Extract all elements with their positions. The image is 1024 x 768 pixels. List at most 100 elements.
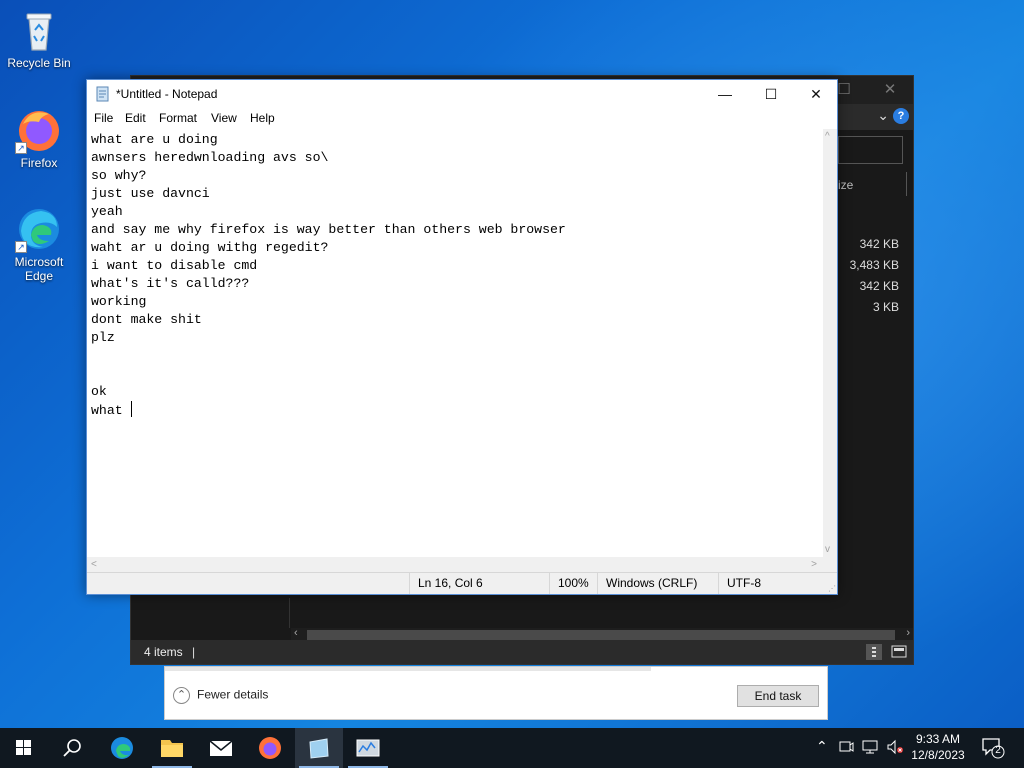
meet-now-icon[interactable] xyxy=(838,738,854,768)
search-icon xyxy=(63,739,81,757)
clock[interactable]: 9:33 AM 12/8/2023 xyxy=(905,731,971,763)
scrollbar-thumb[interactable] xyxy=(307,630,895,640)
details-view-icon[interactable] xyxy=(866,644,882,660)
scrollbar-corner xyxy=(823,557,837,573)
pane-divider[interactable] xyxy=(289,598,290,628)
text-line: what's it's calld??? xyxy=(91,276,250,291)
file-size-list: 342 KB 3,483 KB 342 KB 3 KB xyxy=(850,234,899,318)
menu-view[interactable]: View xyxy=(211,111,237,125)
file-size: 3,483 KB xyxy=(849,258,899,272)
fewer-details-link[interactable]: ⌃ Fewer details xyxy=(173,687,268,704)
taskbar-mail[interactable] xyxy=(197,728,245,768)
text-line: so why? xyxy=(91,168,147,183)
notepad-icon xyxy=(309,738,329,759)
chevron-up-icon[interactable]: ⌃ xyxy=(816,738,828,768)
zoom-level: 100% xyxy=(549,573,597,594)
notepad-titlebar[interactable]: *Untitled - Notepad — ☐ ✕ xyxy=(87,80,837,108)
notepad-icon xyxy=(95,86,111,102)
scroll-down-icon[interactable]: v xyxy=(825,544,830,555)
notepad-statusbar: Ln 16, Col 6 100% Windows (CRLF) UTF-8 ⋰ xyxy=(87,572,837,594)
menu-format[interactable]: Format xyxy=(159,111,197,125)
desktop-icon-label: Microsoft Edge xyxy=(14,255,64,283)
firefox-icon: ↗ xyxy=(15,106,63,154)
scroll-left-icon[interactable]: ‹ xyxy=(294,627,298,639)
text-line: what xyxy=(91,403,131,418)
chevron-down-icon[interactable]: ⌄ xyxy=(877,107,889,124)
desktop-icon-edge[interactable]: ↗ Microsoft Edge xyxy=(1,205,77,283)
text-line: ​ xyxy=(91,365,566,383)
maximize-icon[interactable]: ☐ xyxy=(748,80,794,108)
horizontal-scrollbar[interactable]: < > xyxy=(87,557,823,573)
large-icons-view-icon[interactable] xyxy=(891,644,907,660)
desktop-icon-recycle-bin[interactable]: Recycle Bin xyxy=(1,6,77,70)
notification-center-button[interactable]: 2 xyxy=(980,736,1006,760)
file-size: 342 KB xyxy=(859,279,899,293)
scroll-up-icon[interactable]: ^ xyxy=(825,131,830,142)
taskbar-firefox[interactable] xyxy=(246,728,294,768)
column-header-size[interactable]: ize xyxy=(838,178,853,192)
menu-edit[interactable]: Edit xyxy=(125,111,146,125)
menu-help[interactable]: Help xyxy=(250,111,275,125)
firefox-icon xyxy=(259,737,281,759)
mail-icon xyxy=(209,740,233,756)
editor-content[interactable]: what are u doing awnsers heredwnloading a… xyxy=(91,131,566,420)
desktop-icon-label: Firefox xyxy=(20,156,58,170)
file-size: 3 KB xyxy=(872,300,899,314)
desktop-icon-firefox[interactable]: ↗ Firefox xyxy=(1,106,77,170)
clock-time: 9:33 AM xyxy=(915,732,961,746)
edge-icon xyxy=(111,737,133,759)
edge-icon: ↗ xyxy=(15,205,63,253)
file-size: 342 KB xyxy=(859,237,899,251)
window-title: *Untitled - Notepad xyxy=(116,87,218,101)
text-line: just use davnci xyxy=(91,186,210,201)
vertical-scrollbar[interactable]: ^ v xyxy=(823,129,837,557)
taskbar-task-manager[interactable] xyxy=(344,728,392,768)
search-button[interactable] xyxy=(48,728,96,768)
close-icon[interactable]: ✕ xyxy=(875,80,905,98)
task-manager-edge xyxy=(165,667,651,671)
chevron-up-icon: ⌃ xyxy=(173,687,190,704)
scroll-left-icon[interactable]: < xyxy=(91,559,97,570)
menu-bar: File Edit Format View Help xyxy=(87,108,837,128)
scroll-right-icon[interactable]: > xyxy=(811,559,817,570)
menu-file[interactable]: File xyxy=(94,111,113,125)
task-manager-window: ⌃ Fewer details End task xyxy=(164,666,828,720)
shortcut-arrow-icon: ↗ xyxy=(15,142,27,154)
windows-logo-icon xyxy=(16,740,31,755)
shortcut-arrow-icon: ↗ xyxy=(15,241,27,253)
taskbar-notepad[interactable] xyxy=(295,728,343,768)
minimize-icon[interactable]: — xyxy=(702,80,748,108)
notification-icon xyxy=(982,738,1005,759)
start-button[interactable] xyxy=(0,728,48,768)
text-line: yeah xyxy=(91,204,123,219)
close-icon[interactable]: ✕ xyxy=(793,80,839,108)
column-divider[interactable] xyxy=(906,172,907,196)
end-task-button[interactable]: End task xyxy=(737,685,819,707)
line-ending: Windows (CRLF) xyxy=(597,573,718,594)
text-line: waht ar u doing withg regedit? xyxy=(91,240,329,255)
encoding: UTF-8 xyxy=(718,573,823,594)
search-input[interactable] xyxy=(838,136,903,164)
text-editor[interactable]: what are u doing awnsers heredwnloading a… xyxy=(87,129,823,557)
explorer-statusbar: 4 items | xyxy=(131,640,913,664)
resize-grip-icon[interactable]: ⋰ xyxy=(828,584,836,593)
text-line: dont make shit xyxy=(91,312,202,327)
network-icon[interactable] xyxy=(862,739,880,768)
text-line: ok xyxy=(91,384,107,399)
text-line: working xyxy=(91,294,147,309)
taskbar-file-explorer[interactable] xyxy=(148,728,196,768)
notepad-window[interactable]: *Untitled - Notepad — ☐ ✕ File Edit Form… xyxy=(86,79,838,595)
notification-count: 2 xyxy=(995,745,1001,756)
clock-date: 12/8/2023 xyxy=(911,748,965,762)
text-line-current: what xyxy=(91,401,566,420)
text-line: and say me why firefox is way better tha… xyxy=(91,222,566,237)
text-line: i want to disable cmd xyxy=(91,258,258,273)
help-icon[interactable]: ? xyxy=(893,108,909,124)
recycle-bin-icon xyxy=(15,6,63,54)
text-line: plz xyxy=(91,330,115,345)
taskbar-edge[interactable] xyxy=(98,728,146,768)
volume-muted-icon[interactable] xyxy=(886,739,904,768)
text-line: awnsers heredwnloading avs so\ xyxy=(91,150,329,165)
scroll-right-icon[interactable]: › xyxy=(906,627,910,639)
taskbar: ⌃ 9:33 AM 12/8/2023 2 xyxy=(0,728,1024,768)
